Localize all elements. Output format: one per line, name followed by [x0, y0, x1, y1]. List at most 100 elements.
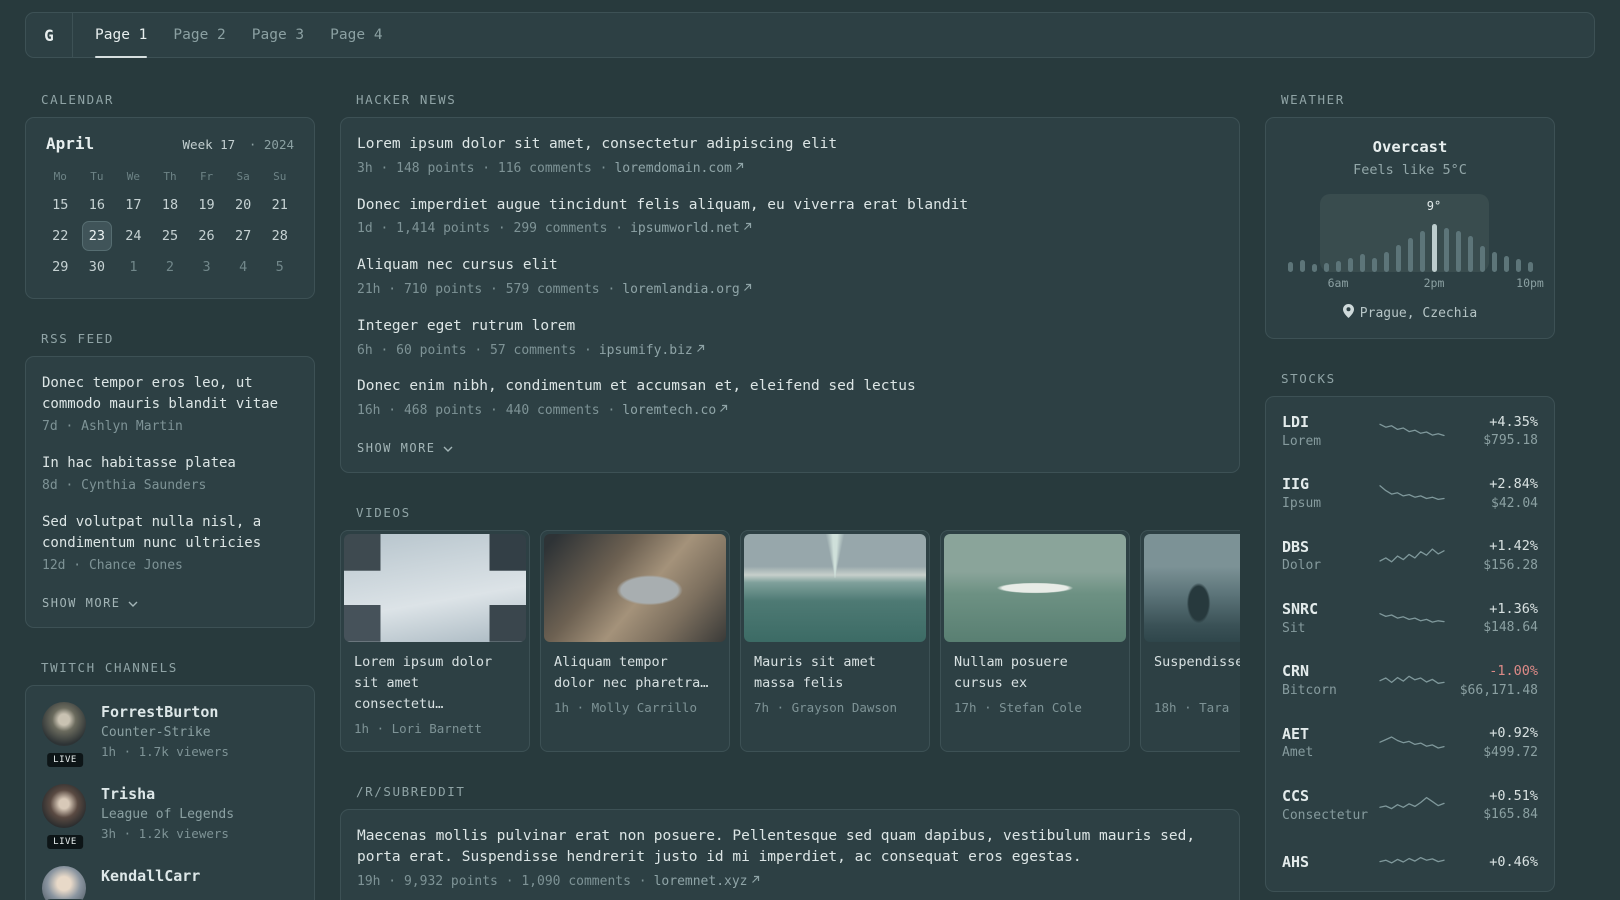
calendar-dow: Su	[273, 170, 287, 183]
dashboard: G Page 1 Page 2 Page 3 Page 4 CALENDAR A…	[0, 0, 1620, 900]
calendar-day: 17	[125, 197, 142, 213]
stock-symbol: SNRC	[1282, 600, 1319, 619]
hackernews-item-domain-link[interactable]: loremlandia.org	[622, 282, 751, 297]
stock-symbol: CRN	[1282, 662, 1310, 681]
calendar-widget: April Week 17 · 2024 Mo Tu We Th Fr Sa S…	[25, 117, 315, 299]
video-body: Nullam posuere cursus ex 17h · Stefan Co…	[944, 642, 1126, 727]
calendar-section-title: CALENDAR	[41, 92, 115, 107]
weather-location: Prague, Czechia	[1359, 305, 1478, 321]
twitch-channel-meta: 1h · 1.7k viewers	[101, 743, 229, 759]
video-card[interactable]: Aliquam tempor dolor nec pharetra… 1h · …	[540, 529, 730, 752]
video-thumbnail[interactable]	[1144, 533, 1240, 642]
stock-row[interactable]: SNRC Sit +1.36% $148.64	[1282, 600, 1538, 638]
rss-item-title[interactable]: In hac habitasse platea	[42, 453, 298, 474]
stock-row[interactable]: LDI Lorem +4.35% $795.18	[1282, 413, 1538, 451]
calendar-day: 15	[52, 197, 69, 213]
subreddit-item-title[interactable]: Maecenas mollis pulvinar erat non posuer…	[357, 826, 1223, 870]
stock-row[interactable]: AHS +0.46%	[1282, 849, 1538, 875]
video-body: Aliquam tempor dolor nec pharetra… 1h · …	[544, 642, 726, 727]
stock-row[interactable]: CRN Bitcorn -1.00% $66,171.48	[1282, 662, 1538, 700]
stock-sparkline	[1378, 849, 1446, 875]
video-thumbnail[interactable]	[344, 533, 526, 642]
tab-page-1[interactable]: Page 1	[95, 13, 148, 58]
twitch-channel-name[interactable]: Trisha	[101, 784, 234, 806]
subreddit-item-domain-link[interactable]: loremnet.xyz	[654, 874, 760, 889]
subreddit-section-title: /R/SUBREDDIT	[356, 783, 466, 799]
hackernews-item-title[interactable]: Lorem ipsum dolor sit amet, consectetur …	[357, 134, 1223, 156]
weather-bar	[1419, 231, 1425, 272]
video-thumbnail[interactable]	[944, 533, 1126, 642]
avatar[interactable]	[42, 783, 86, 828]
stock-price: $66,171.48	[1459, 682, 1538, 698]
stock-id: CCS Consectetur	[1282, 787, 1374, 825]
calendar-week-year: Week 17 · 2024	[183, 134, 294, 153]
hackernews-item-domain-link[interactable]: loremtech.co	[622, 403, 728, 418]
hackernews-item-title[interactable]: Donec enim nibh, condimentum et accumsan…	[357, 376, 1223, 398]
hackernews-item-title[interactable]: Aliquam nec cursus elit	[357, 255, 1223, 277]
stock-row[interactable]: IIG Ipsum +2.84% $42.04	[1282, 475, 1538, 513]
tab-page-3[interactable]: Page 3	[252, 13, 304, 57]
stock-change: -1.00%	[1489, 663, 1538, 680]
stocks-section-title: STOCKS	[1281, 371, 1336, 386]
external-link-icon	[719, 402, 728, 417]
rss-item: Sed volutpat nulla nisl, a condimentum n…	[42, 512, 298, 576]
location-pin-icon	[1342, 304, 1354, 322]
tab-page-2[interactable]: Page 2	[173, 13, 225, 57]
video-title[interactable]: Suspendisse diam	[1154, 652, 1240, 694]
video-title[interactable]: Aliquam tempor dolor nec pharetra…	[554, 652, 716, 694]
hackernews-show-more-button[interactable]: SHOW MORE	[357, 441, 453, 455]
weather-bar	[1527, 262, 1533, 272]
twitch-channel-name[interactable]: KendallCarr	[101, 866, 200, 888]
hackernews-item-domain-link[interactable]: ipsumify.biz	[599, 343, 705, 358]
tab-page-4[interactable]: Page 4	[330, 13, 382, 57]
rss-show-more-button[interactable]: SHOW MORE	[42, 596, 138, 610]
stock-symbol: DBS	[1282, 537, 1310, 556]
stock-values: +0.46%	[1450, 854, 1538, 872]
video-body: Mauris sit amet massa felis 7h · Grayson…	[744, 642, 926, 727]
twitch-channel-game[interactable]: Counter-Strike	[101, 723, 229, 743]
twitch-channel-info: ForrestBurton Counter-Strike 1h · 1.7k v…	[101, 702, 229, 762]
chevron-down-icon	[128, 596, 138, 610]
calendar-dow: Mo	[53, 170, 67, 183]
hackernews-item-domain-link[interactable]: loremdomain.com	[614, 161, 743, 176]
twitch-widget: LIVE ForrestBurton Counter-Strike 1h · 1…	[25, 684, 315, 900]
hackernews-item-domain-link[interactable]: ipsumworld.net	[630, 221, 752, 236]
video-title[interactable]: Lorem ipsum dolor sit amet consectetu…	[354, 652, 516, 715]
video-card[interactable]: Mauris sit amet massa felis 7h · Grayson…	[740, 529, 930, 752]
video-thumbnail[interactable]	[744, 533, 926, 642]
stock-sparkline	[1378, 606, 1446, 632]
weather-axis-label: 2pm	[1423, 276, 1445, 290]
avatar[interactable]	[42, 701, 86, 746]
avatar[interactable]	[42, 865, 86, 900]
videos-section-title: VIDEOS	[356, 504, 411, 520]
stock-values: +1.42% $156.28	[1450, 538, 1538, 575]
video-card[interactable]: Nullam posuere cursus ex 17h · Stefan Co…	[940, 529, 1130, 752]
stock-change: +2.84%	[1489, 475, 1538, 492]
rss-item-title[interactable]: Sed volutpat nulla nisl, a condimentum n…	[42, 512, 298, 554]
video-title[interactable]: Mauris sit amet massa felis	[754, 652, 916, 694]
calendar-day-next-month: 5	[275, 259, 284, 275]
hackernews-section-title: HACKER NEWS	[356, 92, 457, 107]
stock-name: Lorem	[1282, 433, 1322, 449]
stock-symbol: IIG	[1282, 475, 1310, 494]
stock-row[interactable]: AET Amet +0.92% $499.72	[1282, 725, 1538, 763]
video-card[interactable]: Lorem ipsum dolor sit amet consectetu… 1…	[340, 529, 530, 752]
stock-row[interactable]: CCS Consectetur +0.51% $165.84	[1282, 787, 1538, 825]
rss-item-title[interactable]: Donec tempor eros leo, ut commodo mauris…	[42, 373, 298, 415]
video-card[interactable]: Suspendisse diam 18h · Tara	[1140, 529, 1240, 752]
rss-item: In hac habitasse platea 8d · Cynthia Sau…	[42, 453, 298, 496]
app-logo[interactable]: G	[26, 13, 73, 57]
stock-change: +0.51%	[1489, 787, 1538, 804]
video-title[interactable]: Nullam posuere cursus ex	[954, 652, 1116, 694]
stock-row[interactable]: DBS Dolor +1.42% $156.28	[1282, 538, 1538, 576]
hackernews-item-title[interactable]: Donec imperdiet augue tincidunt felis al…	[357, 195, 1223, 217]
page-tabs: Page 1 Page 2 Page 3 Page 4	[73, 13, 383, 58]
stock-change: +4.35%	[1489, 413, 1538, 430]
rss-widget: Donec tempor eros leo, ut commodo mauris…	[25, 356, 315, 628]
twitch-channel-name[interactable]: ForrestBurton	[101, 702, 229, 724]
video-thumbnail[interactable]	[544, 533, 726, 642]
hackernews-item-title[interactable]: Integer eget rutrum lorem	[357, 316, 1223, 338]
stock-id: AHS	[1282, 853, 1374, 873]
stock-symbol: CCS	[1282, 787, 1310, 806]
twitch-channel-game[interactable]: League of Legends	[101, 805, 234, 825]
